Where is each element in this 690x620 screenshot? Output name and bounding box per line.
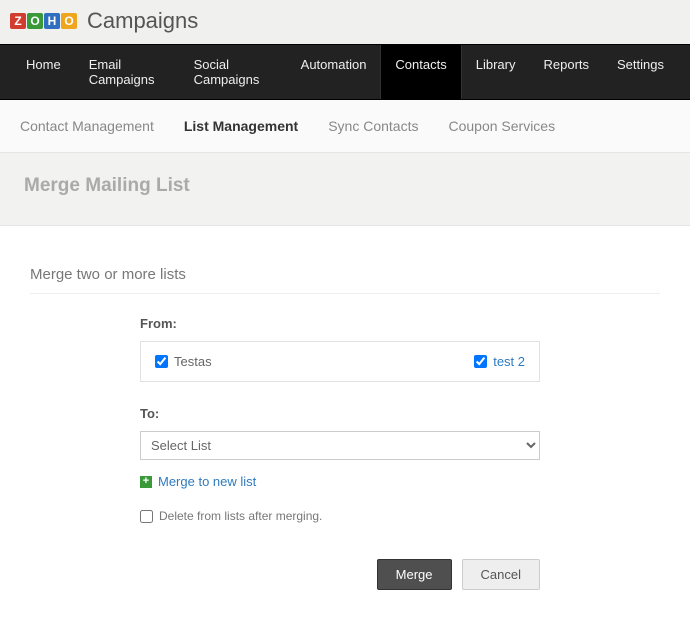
to-select[interactable]: Select List	[140, 431, 540, 460]
from-item-0-label: Testas	[174, 354, 212, 369]
brand-bar: ZOHO Campaigns	[0, 0, 690, 44]
nav-email-campaigns[interactable]: Email Campaigns	[75, 45, 180, 99]
merge-new-label: Merge to new list	[158, 474, 256, 489]
from-label: From:	[140, 316, 540, 331]
nav-settings[interactable]: Settings	[603, 45, 678, 99]
to-select-wrap: Select List	[140, 431, 540, 460]
from-item-1[interactable]: test 2	[474, 354, 525, 369]
nav-automation[interactable]: Automation	[287, 45, 381, 99]
nav-social-campaigns[interactable]: Social Campaigns	[180, 45, 287, 99]
section-title: Merge two or more lists	[30, 266, 660, 294]
content-area: Merge two or more lists From: Testas tes…	[0, 226, 690, 620]
nav-contacts[interactable]: Contacts	[380, 45, 461, 99]
from-checkbox-1[interactable]	[474, 355, 487, 368]
merge-to-new-list[interactable]: + Merge to new list	[140, 474, 540, 489]
from-item-1-label: test 2	[493, 354, 525, 369]
plus-icon: +	[140, 476, 152, 488]
nav-library[interactable]: Library	[462, 45, 530, 99]
page-title: Merge Mailing List	[24, 175, 666, 197]
from-item-0[interactable]: Testas	[155, 354, 212, 369]
button-row: Merge Cancel	[140, 559, 540, 590]
nav-home[interactable]: Home	[12, 45, 75, 99]
subnav-sync-contacts[interactable]: Sync Contacts	[328, 118, 418, 134]
delete-label: Delete from lists after merging.	[159, 509, 322, 523]
brand-title: Campaigns	[87, 8, 198, 34]
sub-nav: Contact Management List Management Sync …	[0, 100, 690, 152]
from-checkbox-0[interactable]	[155, 355, 168, 368]
from-box: Testas test 2	[140, 341, 540, 382]
merge-form: From: Testas test 2 To: Select List + Me…	[140, 316, 540, 590]
merge-button[interactable]: Merge	[377, 559, 452, 590]
main-nav: Home Email Campaigns Social Campaigns Au…	[0, 44, 690, 100]
cancel-button[interactable]: Cancel	[462, 559, 540, 590]
subnav-contact-management[interactable]: Contact Management	[20, 118, 154, 134]
subnav-list-management[interactable]: List Management	[184, 118, 298, 134]
to-label: To:	[140, 406, 540, 421]
page-header: Merge Mailing List	[0, 152, 690, 226]
subnav-coupon-services[interactable]: Coupon Services	[448, 118, 555, 134]
nav-reports[interactable]: Reports	[529, 45, 603, 99]
zoho-logo: ZOHO	[10, 13, 77, 29]
delete-checkbox[interactable]	[140, 510, 153, 523]
delete-after-merge[interactable]: Delete from lists after merging.	[140, 509, 540, 523]
